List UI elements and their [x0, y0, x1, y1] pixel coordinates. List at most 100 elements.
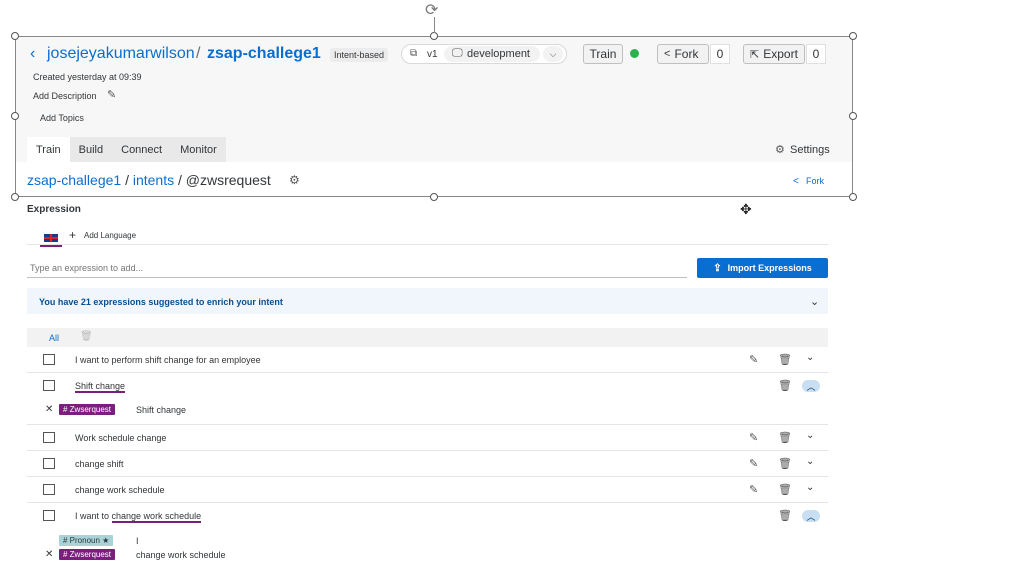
chevron-up-icon[interactable]: ︿ — [802, 510, 820, 522]
resize-handle[interactable] — [849, 32, 857, 40]
entity-tag[interactable]: # Zwserquest — [59, 404, 116, 415]
expression-row[interactable]: I want to change work schedule 🗑 ︿ — [27, 503, 828, 529]
row-checkbox[interactable] — [43, 432, 55, 443]
edit-icon[interactable]: ✎ — [749, 457, 758, 470]
trash-icon[interactable]: 🗑 — [778, 379, 792, 392]
expression-text-prefix: I want to — [75, 511, 112, 521]
expression-row[interactable]: I want to perform shift change for an em… — [27, 347, 828, 373]
entity-value: change work schedule — [136, 550, 226, 560]
chevron-down-icon[interactable]: ⌄ — [806, 482, 814, 493]
breadcrumb-intents[interactable]: intents — [133, 172, 174, 188]
chevron-down-icon[interactable]: ⌄ — [806, 352, 814, 363]
list-toolbar — [27, 328, 828, 347]
chevron-down-icon[interactable]: ⌄ — [806, 430, 814, 441]
breadcrumb-separator: / — [177, 172, 182, 188]
import-expressions-button[interactable]: ⇪ Import Expressions — [697, 258, 828, 278]
chevron-down-icon[interactable]: ⌵ — [543, 46, 563, 62]
expression-text[interactable]: I want to perform shift change for an em… — [75, 355, 261, 365]
suggestion-banner-text: You have 21 expressions suggested to enr… — [39, 297, 283, 307]
chevron-down-icon[interactable]: ⌄ — [806, 456, 814, 467]
fork-count: 0 — [710, 44, 730, 64]
back-chevron-icon[interactable]: ‹ — [30, 45, 35, 63]
expression-row[interactable]: Shift change 🗑 ︿ — [27, 373, 828, 399]
expression-tagged-text: change work schedule — [111, 511, 202, 523]
fork-link[interactable]: Fork — [806, 176, 824, 186]
resize-handle[interactable] — [430, 32, 438, 40]
settings-link[interactable]: Settings — [790, 144, 830, 156]
entity-tag[interactable]: # Zwserquest — [59, 549, 116, 560]
add-language-link[interactable]: Add Language — [84, 231, 136, 240]
chevron-up-icon[interactable]: ︿ — [802, 380, 820, 392]
bot-name: zsap-challege1 — [207, 45, 321, 62]
row-checkbox[interactable] — [43, 354, 55, 365]
pronoun-tag[interactable]: # Pronoun ★ — [59, 535, 114, 546]
intent-settings-icon[interactable]: ⚙ — [289, 173, 300, 187]
expression-row[interactable]: change shift ✎ 🗑 ⌄ — [27, 451, 828, 477]
tab-build[interactable]: Build — [70, 137, 112, 162]
tab-train[interactable]: Train — [27, 137, 70, 162]
tab-monitor[interactable]: Monitor — [171, 137, 226, 162]
trash-icon[interactable]: 🗑 — [778, 353, 792, 366]
expression-text[interactable]: Work schedule change — [75, 433, 166, 443]
close-icon[interactable]: ✕ — [45, 549, 53, 560]
environment-label[interactable]: development — [467, 48, 530, 60]
edit-icon[interactable]: ✎ — [749, 431, 758, 444]
trash-icon[interactable]: 🗑 — [778, 509, 792, 522]
expression-input[interactable] — [27, 258, 687, 278]
version-label[interactable]: v1 — [427, 49, 438, 60]
tab-connect[interactable]: Connect — [112, 137, 171, 162]
pencil-icon[interactable]: ✎ — [107, 88, 116, 101]
resize-handle[interactable] — [11, 112, 19, 120]
add-description-link[interactable]: Add Description — [33, 91, 97, 101]
import-expressions-label: Import Expressions — [727, 263, 812, 273]
row-checkbox[interactable] — [43, 458, 55, 469]
expression-text[interactable]: I want to change work schedule — [75, 511, 202, 523]
resize-handle[interactable] — [11, 193, 19, 201]
created-text: Created yesterday at 09:39 — [33, 72, 142, 82]
row-checkbox[interactable] — [43, 510, 55, 521]
expression-row[interactable]: Work schedule change ✎ 🗑 ⌄ — [27, 425, 828, 451]
row-checkbox[interactable] — [43, 484, 55, 495]
owner-link[interactable]: josejeyakumarwilson — [47, 45, 195, 63]
row-checkbox[interactable] — [43, 380, 55, 391]
active-language-indicator — [40, 245, 62, 247]
train-status-dot — [630, 49, 639, 58]
resize-handle[interactable] — [430, 193, 438, 201]
train-button[interactable]: Train — [583, 44, 623, 64]
edit-icon[interactable]: ✎ — [749, 483, 758, 496]
fork-link-icon: < — [793, 176, 799, 187]
version-icon: ⧉ — [410, 48, 418, 59]
resize-handle[interactable] — [849, 112, 857, 120]
resize-handle[interactable] — [11, 32, 19, 40]
move-cursor-icon: ✥ — [740, 201, 752, 217]
fork-button[interactable]: < Fork — [657, 44, 709, 64]
breadcrumb-bot[interactable]: zsap-challege1 — [27, 172, 121, 188]
close-icon[interactable]: ✕ — [45, 404, 53, 415]
entity-value: I — [136, 536, 139, 546]
trash-icon[interactable]: 🗑 — [778, 457, 792, 470]
plus-icon[interactable]: + — [69, 228, 76, 242]
add-topics-link[interactable]: Add Topics — [40, 113, 84, 123]
expression-row[interactable]: change work schedule ✎ 🗑 ⌄ — [27, 477, 828, 503]
trash-icon[interactable]: 🗑 — [778, 483, 792, 496]
rotate-icon[interactable]: ⟳ — [425, 0, 438, 20]
expression-text[interactable]: Shift change — [75, 381, 126, 393]
trash-icon[interactable]: 🗑 — [778, 431, 792, 444]
tab-bar: Train Build Connect Monitor — [27, 137, 226, 162]
edit-icon[interactable]: ✎ — [749, 353, 758, 366]
breadcrumb-intent: @zwsrequest — [185, 172, 271, 188]
resize-handle[interactable] — [849, 193, 857, 201]
upload-icon: ⇪ — [713, 262, 722, 274]
expression-text[interactable]: change work schedule — [75, 485, 165, 495]
export-label: Export — [763, 47, 798, 61]
uk-flag-icon[interactable] — [44, 234, 58, 242]
chevron-down-icon[interactable]: ⌄ — [810, 295, 819, 308]
export-button[interactable]: ⇱ Export — [743, 44, 805, 64]
monitor-icon: 🖵 — [452, 47, 463, 59]
filter-all[interactable]: All — [49, 333, 59, 343]
breadcrumb-separator: / — [125, 172, 129, 188]
title-separator: / — [196, 45, 201, 62]
bulk-delete-icon: 🗑 — [80, 331, 93, 342]
gear-icon[interactable]: ⚙ — [775, 143, 785, 156]
expression-text[interactable]: change shift — [75, 459, 124, 469]
